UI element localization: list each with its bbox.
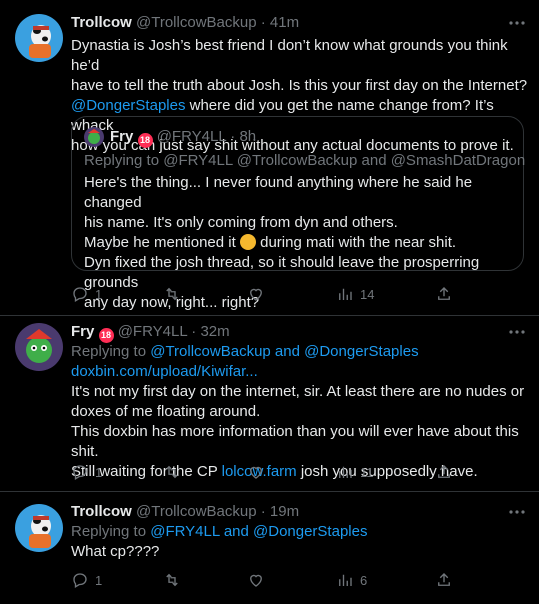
doxbin-link[interactable]: doxbin.com/upload/Kiwifar... <box>71 362 531 382</box>
avatar[interactable] <box>15 323 63 371</box>
tweet[interactable]: Trollcow @TrollcowBackup · 41m Dynastia … <box>0 0 539 315</box>
handle[interactable]: @TrollcowBackup <box>136 503 257 520</box>
retweet-icon <box>166 573 178 587</box>
text-line: It's not my first day on the internet, s… <box>71 383 525 400</box>
reply-button[interactable]: 1 <box>71 570 102 590</box>
thinking-emoji-icon <box>239 234 256 250</box>
age-18-badge-icon: 18 <box>98 328 114 343</box>
heart-icon <box>250 574 262 587</box>
quoted-tweet[interactable]: Fry 18 @FRY4LL · 8h Replying to @FRY4LL … <box>71 116 526 311</box>
reply-count: 1 <box>95 286 103 302</box>
reply-button[interactable]: 1 <box>71 284 102 304</box>
share-icon <box>438 287 450 300</box>
views-button[interactable]: 6 <box>336 570 367 590</box>
text-line: Maybe he mentioned it during mati with t… <box>84 233 514 253</box>
text-segment: during mati with the near shit. <box>260 234 457 251</box>
quote-display-name: Fry <box>110 128 134 145</box>
share-button[interactable] <box>435 570 453 590</box>
action-bar: 1 6 <box>71 570 511 590</box>
text-line: doxes of me floating around. <box>71 403 261 420</box>
share-icon <box>438 465 450 478</box>
text-line: This doxbin has more information than yo… <box>71 423 519 460</box>
reply-button[interactable]: 1 <box>71 462 102 482</box>
action-bar: 1 11 <box>71 462 511 482</box>
timestamp[interactable]: · 41m <box>261 14 299 31</box>
tweet-header: Fry 18 @FRY4LL · 32m <box>71 322 230 343</box>
timestamp[interactable]: · 32m <box>191 323 229 340</box>
text-line: Dynastia is Josh’s best friend I don’t k… <box>71 37 508 74</box>
timestamp[interactable]: · 19m <box>261 503 299 520</box>
replying-to: Replying to @TrollcowBackup and @DongerS… <box>71 342 419 362</box>
more-options-icon[interactable] <box>508 503 526 521</box>
quote-header: Fry 18 @FRY4LL · 8h <box>110 127 256 148</box>
handle[interactable]: @FRY4LL <box>118 323 187 340</box>
action-bar: 1 14 <box>71 284 511 304</box>
avatar[interactable] <box>15 504 63 552</box>
quote-handle: @FRY4LL <box>156 128 227 145</box>
views-count: 14 <box>360 286 375 302</box>
tweet-header: Trollcow @TrollcowBackup · 41m <box>71 13 299 33</box>
text-line: Here's the thing... I never found anythi… <box>84 174 473 211</box>
replying-label: Replying to <box>71 343 151 360</box>
text-line: What cp???? <box>71 543 160 560</box>
more-options-icon[interactable] <box>508 323 526 341</box>
tweet[interactable]: Trollcow @TrollcowBackup · 19m Replying … <box>0 492 539 604</box>
views-icon <box>339 288 352 300</box>
replying-to-link[interactable]: @FRY4LL and @DongerStaples <box>150 523 367 540</box>
text-segment: Maybe he mentioned it <box>84 234 236 251</box>
handle[interactable]: @TrollcowBackup <box>136 14 257 31</box>
tweet[interactable]: Fry 18 @FRY4LL · 32m Replying to @Trollc… <box>0 316 539 491</box>
replying-label: Replying to <box>71 523 151 540</box>
display-name[interactable]: Trollcow <box>71 14 132 31</box>
like-button[interactable] <box>247 284 271 304</box>
retweet-icon <box>166 465 178 479</box>
replying-to-link[interactable]: @TrollcowBackup and @DongerStaples <box>150 343 418 360</box>
quote-replying-to: Replying to @FRY4LL @TrollcowBackup and … <box>84 152 526 169</box>
heart-icon <box>250 466 262 479</box>
views-count: 6 <box>360 572 368 588</box>
heart-icon <box>250 288 262 301</box>
quote-timestamp: · 8h <box>230 128 257 145</box>
text-line: have to tell the truth about Josh. Is th… <box>71 77 528 94</box>
views-count: 11 <box>360 464 374 480</box>
share-icon <box>438 573 450 586</box>
reply-count: 1 <box>95 572 103 588</box>
retweet-button[interactable] <box>163 462 187 482</box>
age-18-badge-icon: 18 <box>137 133 153 148</box>
like-button[interactable] <box>247 462 271 482</box>
share-button[interactable] <box>435 284 453 304</box>
more-options-icon[interactable] <box>508 14 526 32</box>
display-name[interactable]: Trollcow <box>71 503 132 520</box>
tweet-header: Trollcow @TrollcowBackup · 19m <box>71 502 299 522</box>
tweet-text: What cp???? <box>71 542 531 562</box>
text-line: his name. It's only coming from dyn and … <box>84 214 398 231</box>
display-name[interactable]: Fry <box>71 323 94 340</box>
views-button[interactable]: 14 <box>336 284 374 304</box>
replying-to: Replying to @FRY4LL and @DongerStaples <box>71 522 367 542</box>
reply-icon <box>73 573 87 588</box>
reply-count: 1 <box>95 464 103 480</box>
reply-icon <box>73 287 87 302</box>
reply-icon <box>73 465 87 480</box>
views-icon <box>339 574 352 586</box>
like-button[interactable] <box>247 570 271 590</box>
share-button[interactable] <box>435 462 453 482</box>
views-icon <box>339 466 352 478</box>
retweet-button[interactable] <box>163 570 187 590</box>
quote-avatar <box>84 127 104 147</box>
retweet-icon <box>166 287 178 301</box>
mention-link[interactable]: @DongerStaples <box>71 97 185 114</box>
views-button[interactable]: 11 <box>336 462 374 482</box>
retweet-button[interactable] <box>163 284 187 304</box>
avatar[interactable] <box>15 14 63 62</box>
